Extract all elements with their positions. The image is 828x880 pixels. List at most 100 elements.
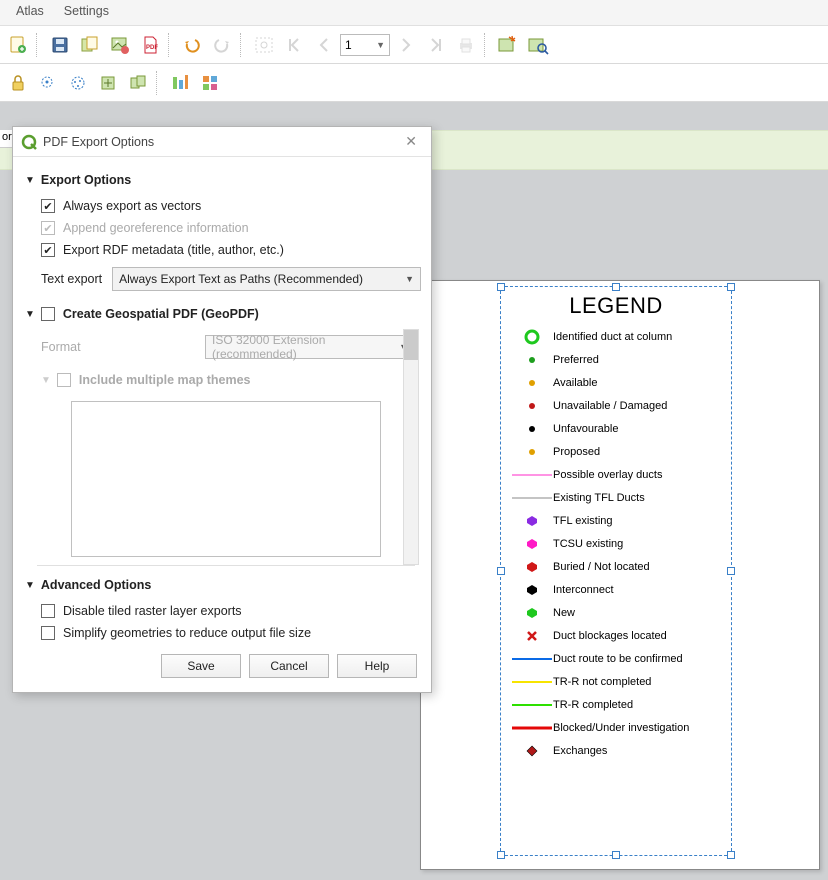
align-icon[interactable] [166, 69, 194, 97]
collapse-icon: ▼ [41, 375, 51, 386]
geopdf-checkbox[interactable] [41, 307, 55, 321]
themes-listbox [71, 401, 381, 557]
export-options-section[interactable]: ▼ Export Options [23, 165, 421, 195]
new-layout-icon[interactable] [4, 31, 32, 59]
legend-row: Available [501, 371, 731, 394]
simplify-checkbox[interactable] [41, 626, 55, 640]
svg-text:PDF: PDF [146, 45, 158, 51]
qgis-icon [21, 134, 37, 150]
legend-symbol [511, 401, 553, 411]
menu-settings[interactable]: Settings [54, 0, 119, 25]
duplicate-icon[interactable] [76, 31, 104, 59]
save-icon[interactable] [46, 31, 74, 59]
legend-symbol [511, 656, 553, 662]
next-page-icon[interactable] [392, 31, 420, 59]
move-content-icon[interactable] [124, 69, 152, 97]
legend-label: Existing TFL Ducts [553, 492, 645, 504]
image-export-icon[interactable] [106, 31, 134, 59]
legend-symbol [511, 472, 553, 478]
format-combo: ISO 32000 Extension (recommended)▼ [205, 335, 415, 359]
disable-tiled-label: Disable tiled raster layer exports [63, 604, 242, 618]
format-label: Format [41, 340, 81, 354]
text-export-combo[interactable]: Always Export Text as Paths (Recommended… [112, 267, 421, 291]
atlas-preview-icon[interactable] [524, 31, 552, 59]
legend-row: Buried / Not located [501, 555, 731, 578]
legend-row: Possible overlay ducts [501, 463, 731, 486]
legend-row: Interconnect [501, 578, 731, 601]
undo-icon[interactable] [178, 31, 206, 59]
legend-label: Interconnect [553, 584, 614, 596]
legend-row: Duct blockages located [501, 624, 731, 647]
themes-section: ▼ Include multiple map themes [37, 365, 415, 395]
legend-symbol [511, 378, 553, 388]
legend-title: LEGEND [501, 293, 731, 319]
move-item-icon[interactable] [94, 69, 122, 97]
last-page-icon[interactable] [422, 31, 450, 59]
legend-label: Exchanges [553, 745, 607, 757]
menu-bar: Atlas Settings [0, 0, 828, 26]
first-page-icon[interactable] [280, 31, 308, 59]
georef-label: Append georeference information [63, 221, 249, 235]
legend-symbol [511, 561, 553, 573]
legend-label: TCSU existing [553, 538, 623, 550]
full-extent-icon[interactable] [250, 31, 278, 59]
legend-symbol [511, 355, 553, 365]
legend-label: Duct route to be confirmed [553, 653, 683, 665]
legend-label: New [553, 607, 575, 619]
legend-row: Exchanges [501, 739, 731, 762]
text-export-label: Text export [41, 272, 102, 286]
atlas-image-icon[interactable] [494, 31, 522, 59]
redo-icon[interactable] [208, 31, 236, 59]
pdf-export-dialog: PDF Export Options ✕ ▼ Export Options ✔ … [12, 126, 432, 693]
legend-row: Identified duct at column [501, 325, 731, 348]
rdf-label: Export RDF metadata (title, author, etc.… [63, 243, 284, 257]
page-number-input[interactable]: 1▼ [340, 34, 390, 56]
legend-symbol [511, 447, 553, 457]
select-dots-icon[interactable] [64, 69, 92, 97]
save-button[interactable]: Save [161, 654, 241, 678]
print-icon[interactable] [452, 31, 480, 59]
advanced-options-section[interactable]: ▼ Advanced Options [23, 570, 421, 600]
legend-item[interactable]: LEGEND Identified duct at column Preferre… [500, 286, 732, 856]
vectors-label: Always export as vectors [63, 199, 201, 213]
legend-label: Duct blockages located [553, 630, 667, 642]
distribute-icon[interactable] [196, 69, 224, 97]
legend-label: TFL existing [553, 515, 613, 527]
legend-symbol [511, 328, 553, 346]
legend-row: TFL existing [501, 509, 731, 532]
legend-symbol [511, 607, 553, 619]
scrollbar[interactable] [403, 329, 419, 565]
legend-label: Available [553, 377, 597, 389]
dialog-titlebar: PDF Export Options ✕ [13, 127, 431, 157]
rdf-checkbox[interactable]: ✔ [41, 243, 55, 257]
legend-label: Unfavourable [553, 423, 618, 435]
prev-page-icon[interactable] [310, 31, 338, 59]
collapse-icon: ▼ [25, 309, 35, 320]
legend-symbol [511, 495, 553, 501]
legend-symbol [511, 702, 553, 708]
menu-atlas[interactable]: Atlas [6, 0, 54, 25]
georef-checkbox: ✔ [41, 221, 55, 235]
legend-symbol [511, 538, 553, 550]
legend-symbol [511, 630, 553, 642]
lock-icon[interactable] [4, 69, 32, 97]
toolbar-secondary [0, 64, 828, 102]
close-icon[interactable]: ✕ [399, 133, 423, 150]
help-button[interactable]: Help [337, 654, 417, 678]
legend-row: Unfavourable [501, 417, 731, 440]
legend-row: TR-R completed [501, 693, 731, 716]
legend-row: Proposed [501, 440, 731, 463]
select-pan-icon[interactable] [34, 69, 62, 97]
disable-tiled-checkbox[interactable] [41, 604, 55, 618]
collapse-icon: ▼ [25, 580, 35, 591]
pdf-export-icon[interactable]: PDF [136, 31, 164, 59]
legend-label: Identified duct at column [553, 331, 672, 343]
simplify-label: Simplify geometries to reduce output fil… [63, 626, 311, 640]
legend-row: Preferred [501, 348, 731, 371]
legend-symbol [511, 679, 553, 685]
legend-row: TR-R not completed [501, 670, 731, 693]
geopdf-section[interactable]: ▼ Create Geospatial PDF (GeoPDF) [23, 303, 421, 325]
toolbar-main: PDF 1▼ [0, 26, 828, 64]
vectors-checkbox[interactable]: ✔ [41, 199, 55, 213]
cancel-button[interactable]: Cancel [249, 654, 329, 678]
